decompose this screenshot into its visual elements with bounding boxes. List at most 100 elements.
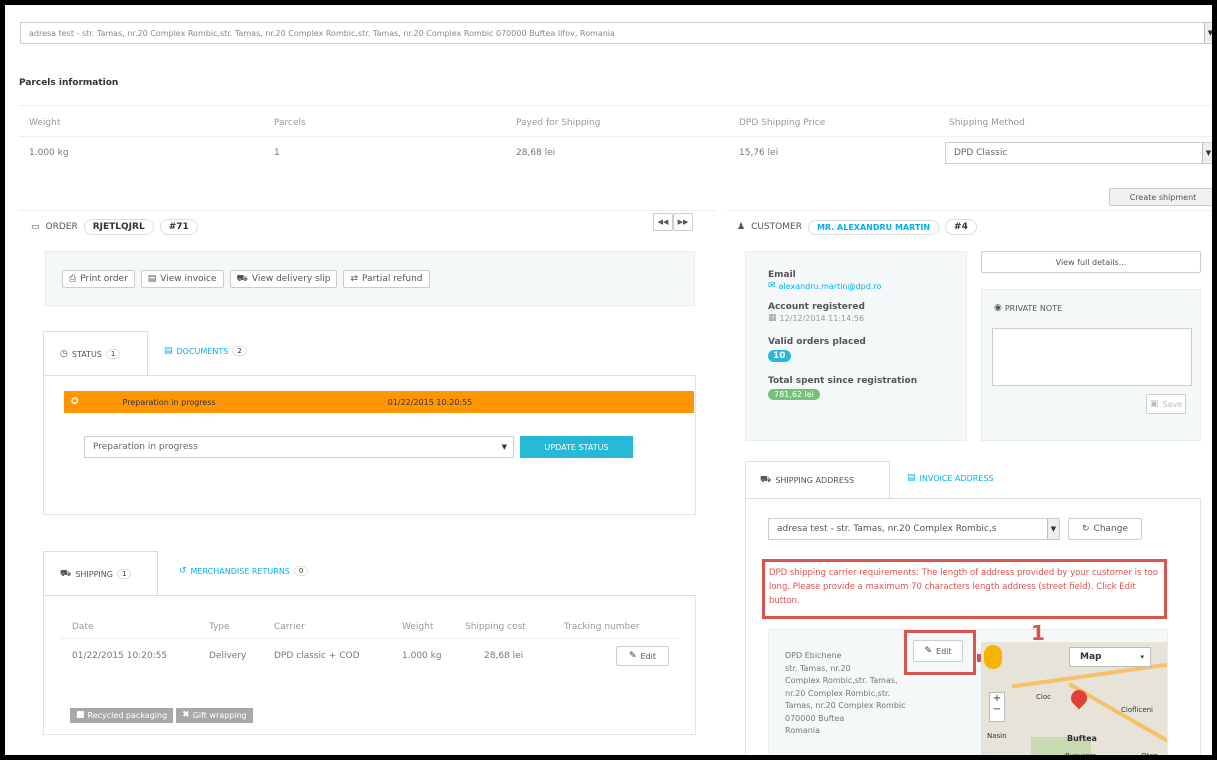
edit-address-label: Edit: [936, 646, 952, 656]
private-note-header: ◉ PRIVATE NOTE: [994, 303, 1062, 314]
customer-label: CUSTOMER: [751, 222, 802, 232]
map-label: Bucurers: [1065, 752, 1097, 760]
next-order-button[interactable]: ▶▶: [673, 213, 693, 231]
prev-order-button[interactable]: ◀◀: [653, 213, 673, 231]
recycled-packaging-label: ■ Recycled packaging: [70, 708, 174, 723]
zoom-out-icon[interactable]: −: [993, 704, 1001, 715]
truck-icon: ⛟: [760, 475, 772, 485]
order-header: ▭ ORDER RJETLQJRL #71: [31, 219, 198, 235]
col-weight: Weight: [29, 118, 61, 128]
tab-shipping-address[interactable]: ⛟ SHIPPING ADDRESS: [745, 461, 890, 499]
change-address-button[interactable]: ↻ Change: [1068, 518, 1142, 540]
customer-panel: ♟ CUSTOMER MR. ALEXANDRU MARTIN #4 Email…: [727, 210, 1212, 760]
email-value: alexandru.martin@dpd.ro: [778, 282, 882, 291]
account-label: Account registered: [768, 302, 865, 312]
shipping-method-select[interactable]: DPD Classic ▼: [945, 142, 1212, 164]
print-order-label: Print order: [80, 274, 128, 284]
ship-col-date: Date: [72, 622, 94, 632]
map-zoom[interactable]: + −: [989, 692, 1005, 722]
status-row-label: Preparation in progress: [122, 397, 216, 407]
packaging-labels: ■ Recycled packaging ✖ Gift wrapping: [70, 708, 253, 723]
ship-col-tracking: Tracking number: [564, 622, 640, 632]
map[interactable]: + − Map ▾ Cioc Ciofliceni Nasin Buftea B…: [981, 642, 1167, 760]
email-link[interactable]: ✉ alexandru.martin@dpd.ro: [768, 282, 882, 292]
tab-merchandise-returns[interactable]: ↺ MERCHANDISE RETURNS 0: [179, 565, 309, 576]
tab-status[interactable]: ◷ STATUS 1: [43, 331, 148, 376]
create-shipment-button[interactable]: Create shipment: [1109, 188, 1212, 206]
col-payed: Payed for Shipping: [516, 118, 601, 128]
parcel-weight: 1.000 kg: [29, 148, 69, 158]
user-icon: ♟: [737, 221, 746, 232]
ship-date: 01/22/2015 10:20:55: [72, 651, 168, 661]
save-note-button[interactable]: ▣ Save: [1146, 394, 1186, 414]
save-note-label: Save: [1162, 399, 1183, 409]
map-label: Nasin: [987, 732, 1007, 740]
screenshot-frame: adresa test - str. Tamas, nr.20 Complex …: [0, 0, 1217, 760]
view-delivery-slip-label: View delivery slip: [251, 274, 331, 284]
address-select[interactable]: adresa test - str. Tamas, nr.20 Complex …: [768, 518, 1060, 540]
address-card: DPD Ebichene str. Tamas, nr.20 Complex R…: [768, 621, 1168, 760]
calendar-icon: ▦: [768, 313, 777, 323]
tab-shipping[interactable]: ⛟ SHIPPING 1: [43, 551, 158, 596]
edit-address-button[interactable]: ✎ Edit: [913, 640, 963, 662]
partial-refund-button[interactable]: ⇄ Partial refund: [343, 270, 430, 288]
tab-status-label: STATUS: [71, 349, 102, 359]
tab-documents[interactable]: ▤ DOCUMENTS 2: [164, 346, 247, 356]
customer-name[interactable]: MR. ALEXANDRU MARTIN: [807, 219, 940, 235]
top-address-select[interactable]: adresa test - str. Tamas, nr.20 Complex …: [20, 22, 1212, 44]
parcels-table: Weight Parcels Payed for Shipping DPD Sh…: [19, 105, 1212, 165]
ship-col-cost: Shipping cost: [465, 622, 526, 632]
address-select-value: adresa test - str. Tamas, nr.20 Complex …: [777, 524, 997, 534]
shipping-edit-button[interactable]: ✎ Edit: [616, 646, 669, 666]
ship-col-carrier: Carrier: [274, 622, 305, 632]
parcel-dpd-price: 15,76 lei: [739, 148, 779, 158]
order-reference: RJETLQJRL: [83, 219, 154, 235]
parcels-title: Parcels information: [19, 78, 119, 88]
file-icon: ▤: [147, 273, 157, 284]
tab-shipping-count: 1: [116, 569, 132, 579]
ship-col-type: Type: [209, 622, 230, 632]
tab-invoice-address-label: INVOICE ADDRESS: [919, 474, 994, 483]
status-row: ✪ Preparation in progress 01/22/2015 10:…: [64, 391, 694, 413]
address-line: Tamas, nr.20 Complex Rombic: [785, 701, 906, 710]
file-icon: ▤: [907, 473, 916, 483]
top-address-select-value: adresa test - str. Tamas, nr.20 Complex …: [29, 28, 615, 38]
email-label: Email: [768, 270, 796, 280]
view-full-details-button[interactable]: View full details...: [981, 251, 1201, 273]
orders-count: 10: [768, 350, 791, 362]
chevron-down-icon: ▼: [1047, 519, 1059, 539]
address-panel: adresa test - str. Tamas, nr.20 Complex …: [745, 498, 1201, 760]
chevron-down-icon: ▼: [1202, 143, 1212, 163]
view-delivery-slip-button[interactable]: ⛟ View delivery slip: [229, 270, 338, 288]
view-invoice-button[interactable]: ▤ View invoice: [140, 270, 224, 288]
account-date: ▦ 12/12/2014 11:14:56: [768, 313, 864, 324]
map-label: Cioc: [1036, 693, 1051, 701]
caret-down-icon: ▾: [1140, 653, 1144, 661]
status-select[interactable]: Preparation in progress ▼: [84, 436, 514, 458]
orders-label: Valid orders placed: [768, 337, 866, 347]
print-order-button[interactable]: ⎙ Print order: [62, 270, 135, 288]
eye-slash-icon: ◉: [994, 303, 1002, 313]
undo-icon: ↺: [179, 565, 187, 576]
tab-returns-label: MERCHANDISE RETURNS: [190, 566, 290, 576]
parcel-payed: 28,68 lei: [516, 148, 556, 158]
tab-invoice-address[interactable]: ▤ INVOICE ADDRESS: [907, 473, 994, 484]
view-invoice-label: View invoice: [160, 274, 217, 284]
map-type-value: Map: [1080, 652, 1102, 662]
status-select-value: Preparation in progress: [93, 442, 198, 452]
order-number: #71: [159, 219, 198, 235]
tab-shipping-address-label: SHIPPING ADDRESS: [775, 476, 855, 485]
tab-documents-count: 2: [232, 346, 247, 356]
update-status-button[interactable]: UPDATE STATUS: [520, 436, 633, 458]
ship-weight: 1.000 kg: [402, 651, 442, 661]
private-note-textarea[interactable]: [992, 328, 1192, 386]
customer-number: #4: [945, 219, 977, 235]
ship-col-weight: Weight: [402, 622, 434, 632]
map-type-select[interactable]: Map ▾: [1069, 647, 1151, 667]
zoom-in-icon[interactable]: +: [993, 693, 1001, 704]
street-view-icon[interactable]: [984, 645, 1002, 669]
spent-value: 781,62 lei: [768, 389, 820, 400]
map-label: Buftea: [1067, 734, 1097, 743]
clock-icon: ◷: [60, 348, 68, 359]
ship-type: Delivery: [209, 651, 247, 661]
